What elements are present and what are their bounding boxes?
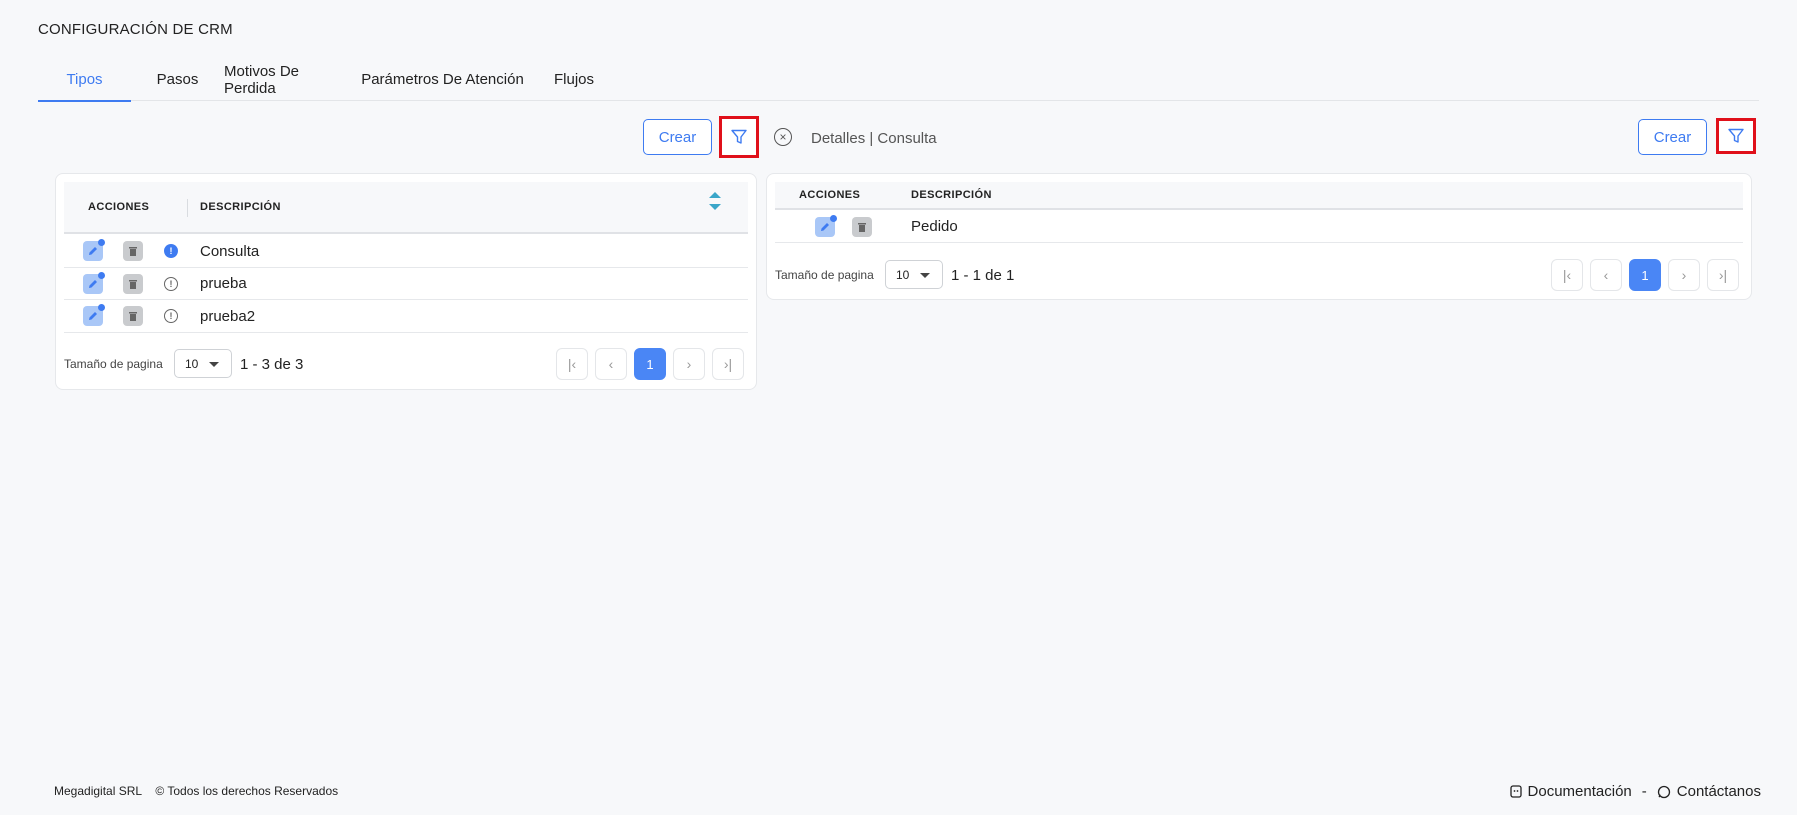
table-header: ACCIONES DESCRIPCIÓN (775, 182, 1743, 210)
next-page-icon[interactable]: › (673, 348, 705, 380)
trash-icon[interactable] (123, 274, 143, 294)
close-details-icon[interactable]: × (774, 128, 792, 146)
row-description: prueba (200, 275, 247, 292)
tab-parametros-de-atencion[interactable]: Parámetros De Atención (351, 58, 534, 101)
row-description: prueba2 (200, 307, 256, 325)
page-button-current[interactable]: 1 (1629, 259, 1661, 291)
tab-pasos[interactable]: Pasos (131, 58, 224, 101)
whatsapp-icon (1657, 785, 1670, 798)
prev-page-icon[interactable]: ‹ (595, 348, 627, 380)
tab-bar: Tipos Pasos Motivos De Perdida Parámetro… (38, 58, 1759, 102)
details-table-card: ACCIONES DESCRIPCIÓN Pedido Tamaño de pa… (766, 173, 1752, 300)
first-page-icon[interactable]: |‹ (556, 348, 588, 380)
edit-icon[interactable] (83, 272, 105, 294)
col-description-header[interactable]: DESCRIPCIÓN (200, 201, 281, 213)
edit-icon[interactable] (815, 215, 837, 237)
col-actions-header: ACCIONES (88, 201, 150, 213)
first-page-icon[interactable]: |‹ (1551, 259, 1583, 291)
footer-separator: - (1641, 783, 1647, 800)
page-size-label: Tamaño de pagina (775, 268, 874, 282)
trash-icon[interactable] (852, 217, 872, 237)
filter-icon (1728, 128, 1744, 143)
tab-tipos[interactable]: Tipos (38, 58, 131, 102)
left-filter-button[interactable] (719, 116, 759, 158)
table-row[interactable]: ! prueba (64, 268, 748, 300)
filter-icon (731, 129, 747, 144)
prev-page-icon[interactable]: ‹ (1590, 259, 1622, 291)
edit-icon[interactable] (83, 304, 105, 326)
trash-icon[interactable] (123, 241, 143, 261)
left-create-button[interactable]: Crear (643, 119, 712, 155)
table-row[interactable]: ! Consulta (64, 235, 748, 268)
page-title: CONFIGURACIÓN DE CRM (38, 21, 233, 38)
footer-copyright: Megadigital SRL © Todos los derechos Res… (54, 784, 338, 798)
pagination-range: 1 - 3 de 3 (240, 356, 304, 373)
right-create-button[interactable]: Crear (1638, 119, 1707, 155)
info-icon[interactable]: ! (164, 277, 178, 291)
tab-flujos[interactable]: Flujos (534, 58, 614, 101)
info-icon[interactable]: ! (164, 309, 178, 323)
contact-link[interactable]: Contáctanos (1677, 783, 1761, 800)
page-size-value: 10 (896, 267, 910, 282)
info-icon[interactable]: ! (164, 244, 178, 258)
table-row[interactable]: Pedido (775, 211, 1743, 243)
page-size-value: 10 (185, 356, 199, 371)
trash-icon[interactable] (123, 306, 143, 326)
tab-motivos-de-perdida[interactable]: Motivos De Perdida (224, 58, 351, 101)
edit-icon[interactable] (83, 239, 105, 261)
table-row[interactable]: ! prueba2 (64, 300, 748, 333)
types-table-card: ACCIONES DESCRIPCIÓN ! Consulta ! prueba (55, 173, 757, 390)
table-header: ACCIONES DESCRIPCIÓN (64, 182, 748, 234)
sort-icon[interactable] (709, 192, 721, 210)
next-page-icon[interactable]: › (1668, 259, 1700, 291)
last-page-icon[interactable]: ›| (1707, 259, 1739, 291)
chevron-down-icon (209, 362, 219, 367)
page-size-select[interactable]: 10 (885, 260, 943, 289)
footer-company: Megadigital SRL (54, 784, 143, 798)
footer-rights: © Todos los derechos Reservados (155, 784, 339, 798)
col-description-header: DESCRIPCIÓN (911, 189, 992, 201)
page-size-label: Tamaño de pagina (64, 357, 163, 371)
right-filter-button[interactable] (1716, 118, 1756, 154)
documentation-link[interactable]: Documentación (1528, 783, 1632, 800)
details-title: Detalles | Consulta (811, 130, 937, 147)
col-actions-header: ACCIONES (799, 189, 861, 201)
column-divider (187, 199, 188, 217)
pagination-range: 1 - 1 de 1 (951, 267, 1015, 284)
chevron-down-icon (920, 273, 930, 278)
footer-links: Documentación - Contáctanos (1509, 783, 1761, 800)
document-icon (1509, 785, 1522, 798)
row-description: Pedido (911, 218, 958, 235)
page-button-current[interactable]: 1 (634, 348, 666, 380)
row-description: Consulta (200, 242, 260, 260)
page-size-select[interactable]: 10 (174, 349, 232, 378)
last-page-icon[interactable]: ›| (712, 348, 744, 380)
